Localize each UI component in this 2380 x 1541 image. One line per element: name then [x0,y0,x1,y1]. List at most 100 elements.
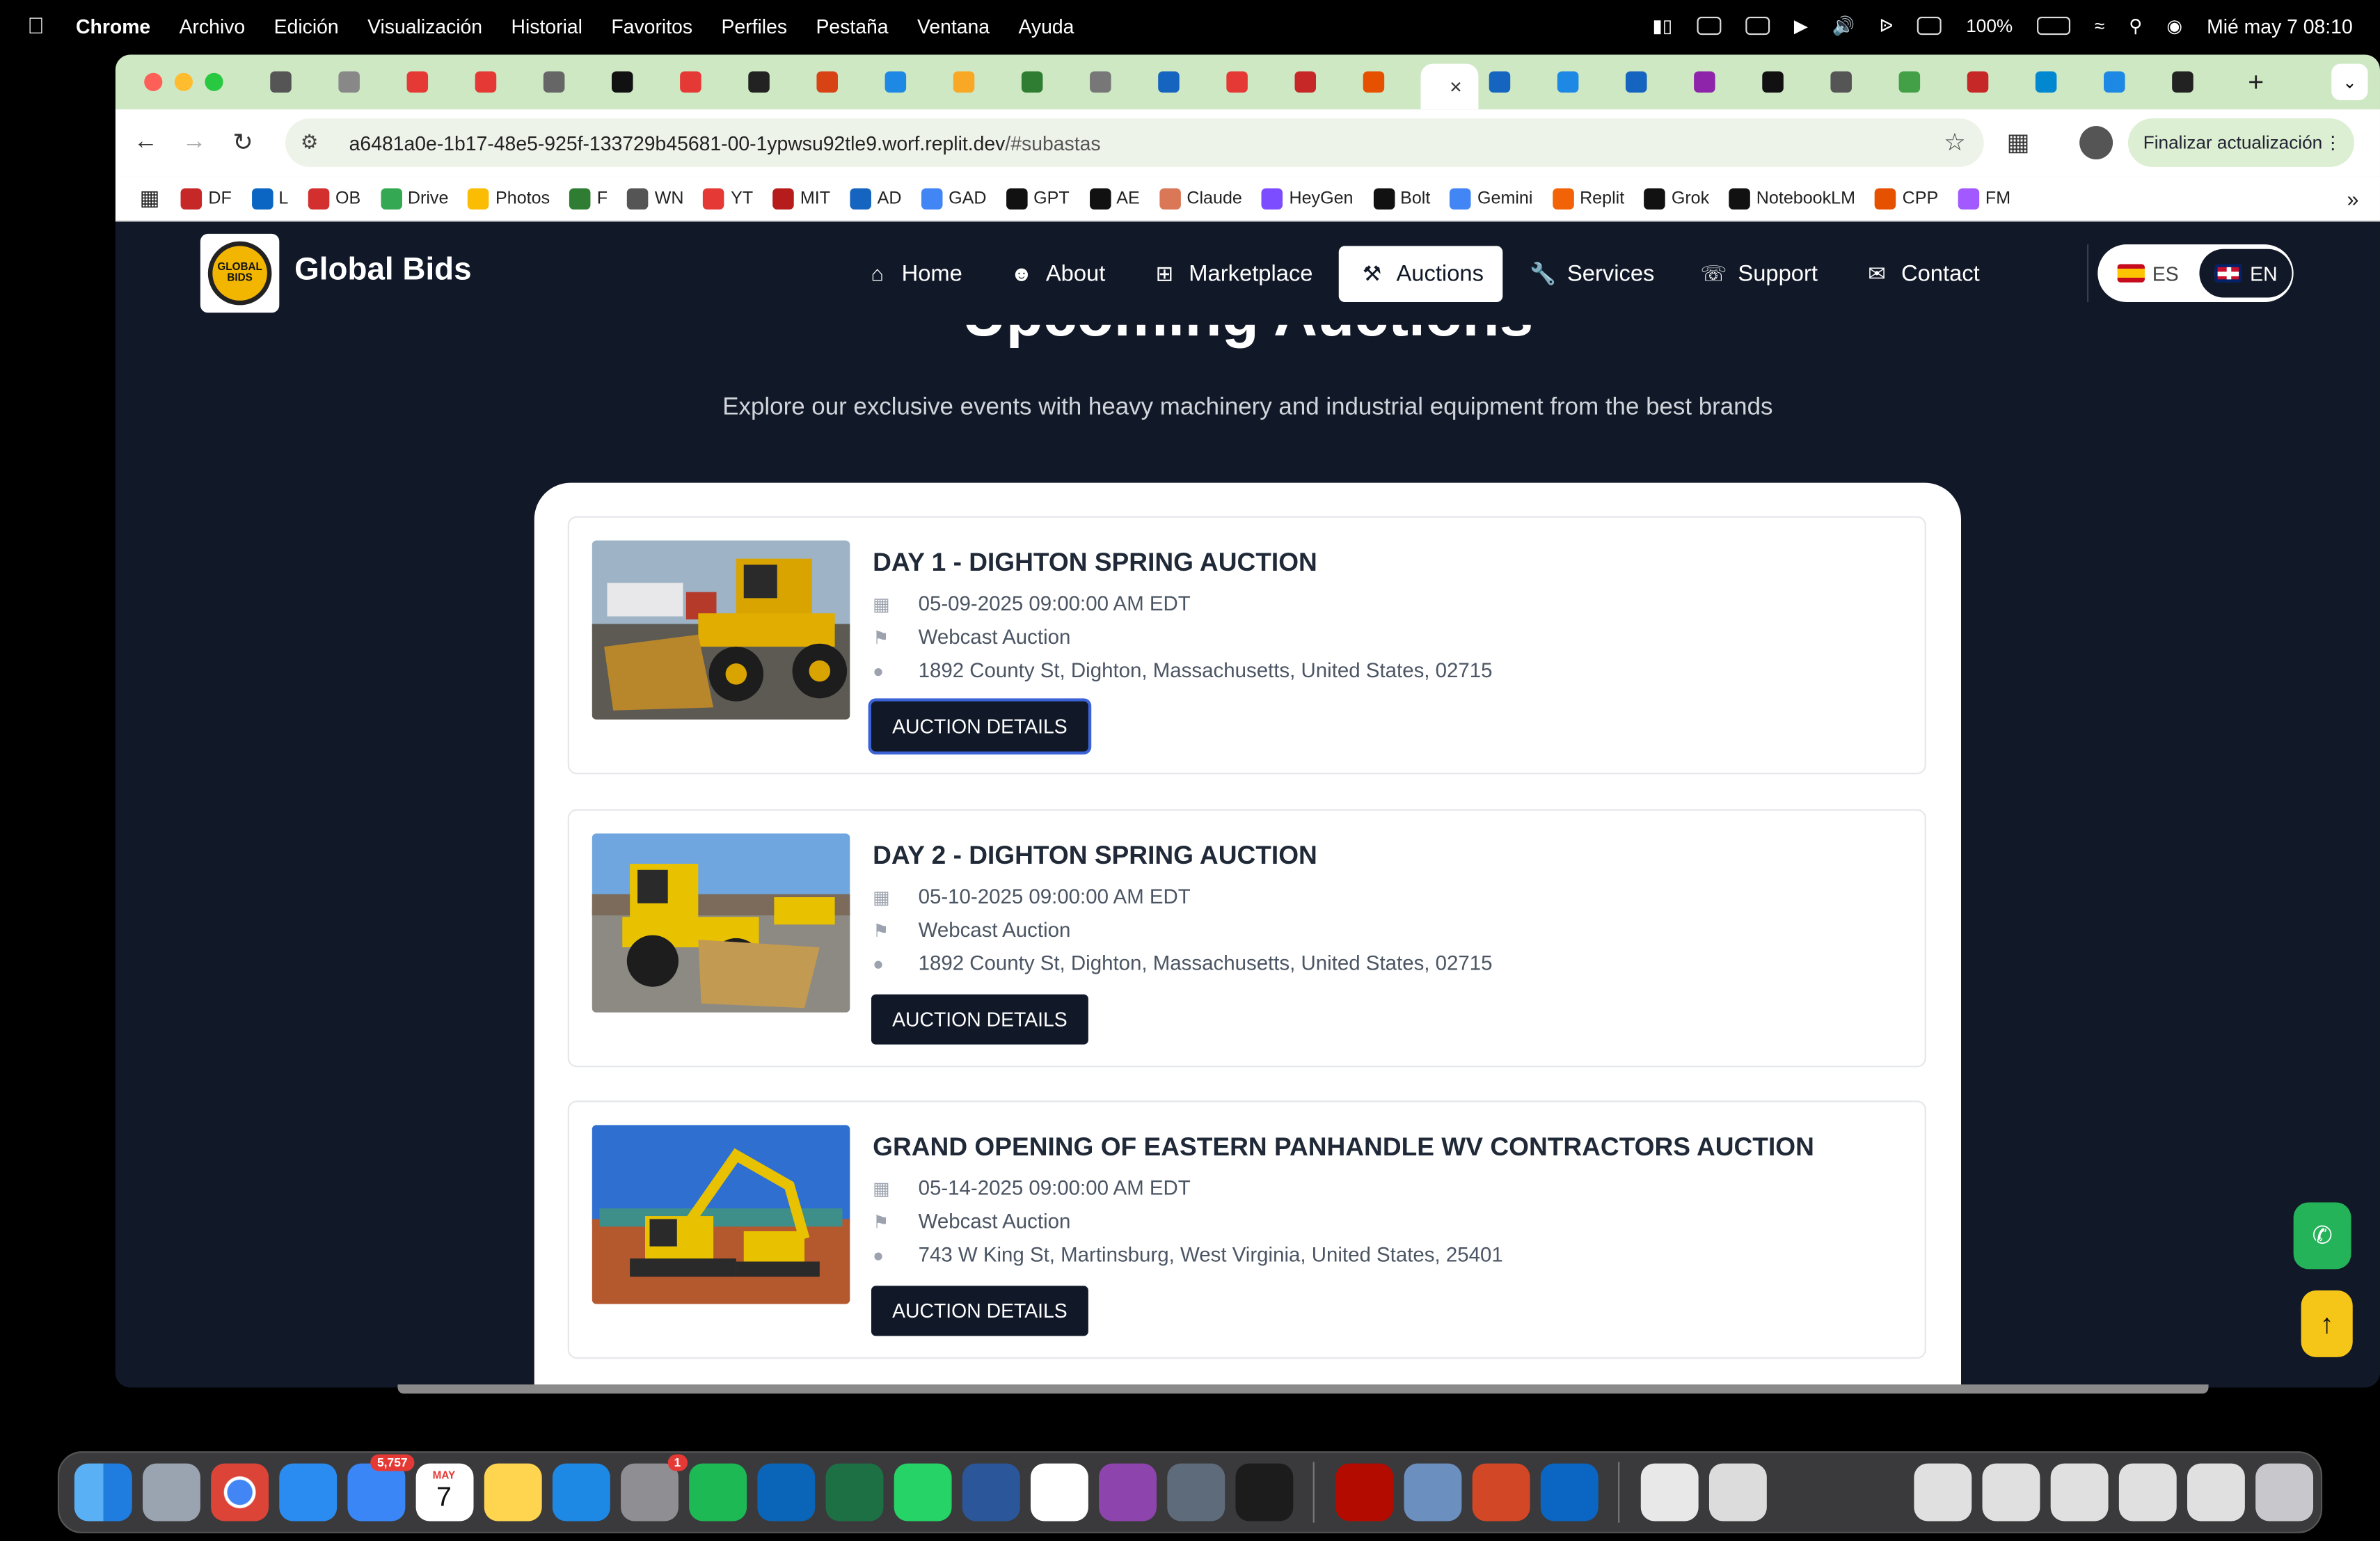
site-logo[interactable]: GLOBAL BIDS [200,233,280,313]
browser-tab[interactable] [1216,61,1284,103]
bookmark-notebooklm[interactable]: NotebookLM [1729,187,1855,209]
bookmark-ob[interactable]: OB [308,187,360,209]
url-text[interactable]: a6481a0e-1b17-48e5-925f-133729b45681-00-… [349,132,1101,155]
browser-tab[interactable] [1956,61,2024,103]
browser-tab[interactable] [1478,61,1546,103]
browser-tab[interactable] [396,61,464,103]
notes-icon[interactable] [483,1463,541,1522]
auction-details-button[interactable]: AUCTION DETAILS [871,701,1088,752]
system-settings-icon[interactable]: 1 [619,1454,687,1522]
browser-tab[interactable] [942,61,1010,103]
lang-en-button[interactable]: EN [2200,248,2293,298]
auction-image-excavators[interactable] [592,1125,850,1304]
browser-tab[interactable] [464,61,532,103]
browser-tab[interactable] [669,61,738,103]
browser-tab[interactable] [1615,61,1683,103]
control-center-icon[interactable]: ◉ [2166,15,2182,37]
auction-image-wheel-loader[interactable] [592,540,850,720]
drive-icon[interactable] [1745,16,1770,35]
bookmark-heygen[interactable]: HeyGen [1262,187,1354,209]
bookmark-drive[interactable]: Drive [380,187,448,209]
new-tab-button[interactable]: + [2248,66,2264,98]
browser-tab[interactable] [601,61,669,103]
lang-es-button[interactable]: ES [2102,249,2194,298]
trash-icon[interactable] [2255,1463,2312,1522]
vscode-icon[interactable] [1539,1463,1598,1522]
browser-tab[interactable] [1752,61,1820,103]
battery-icon[interactable] [2037,16,2071,35]
address-bar[interactable]: ⚙ a6481a0e-1b17-48e5-925f-133729b45681-0… [285,118,1984,167]
menu-ventana[interactable]: Ventana [917,15,990,38]
bluetooth-icon[interactable]: ᐉ [1879,15,1893,37]
word-icon[interactable] [961,1463,1020,1522]
powerpoint-icon[interactable] [1471,1463,1530,1522]
chrome-icon[interactable] [210,1463,268,1522]
window-thumbnail-icon[interactable] [1981,1463,2040,1522]
bookmark-mit[interactable]: MIT [772,187,830,209]
whatsapp-icon[interactable] [893,1463,951,1522]
menu-pestana[interactable]: Pestaña [816,15,888,38]
bookmark-df[interactable]: DF [181,187,232,209]
acrobat-icon[interactable] [1335,1463,1393,1522]
close-window-button[interactable] [144,72,163,91]
browser-tab[interactable] [1011,61,1079,103]
bookmark-bolt[interactable]: Bolt [1372,187,1430,209]
bookmark-ad[interactable]: AD [850,187,902,209]
nav-contact[interactable]: ✉ Contact [1843,245,1999,301]
browser-tab[interactable] [1352,61,1420,103]
replit-icon[interactable] [1235,1463,1293,1522]
keyboard-icon[interactable] [1917,16,1942,35]
forward-button[interactable]: → [170,118,219,167]
apple-icon[interactable]:  [27,13,58,39]
nav-marketplace[interactable]: ⊞ Marketplace [1131,245,1332,301]
browser-tab[interactable] [2025,61,2093,103]
more-menu-icon[interactable]: ⋮ [2324,132,2342,154]
bookmarks-overflow-icon[interactable]: » [2347,186,2358,210]
mail-icon[interactable]: 5,757 [347,1454,414,1522]
calendar-icon[interactable]: MAY 7 [415,1463,473,1522]
excel-icon[interactable] [825,1463,883,1522]
browser-tab[interactable] [1888,61,1956,103]
bookmark-gemini[interactable]: Gemini [1450,187,1532,209]
bookmark-l[interactable]: L [251,187,288,209]
outlook-icon[interactable] [756,1463,815,1522]
bookmark-wn[interactable]: WN [627,187,684,209]
finish-update-button[interactable]: Finalizar actualización ⋮ [2127,118,2354,167]
window-thumbnail-icon[interactable] [2186,1463,2244,1522]
browser-tab[interactable] [1284,61,1352,103]
menu-favoritos[interactable]: Favoritos [611,15,692,38]
menu-ayuda[interactable]: Ayuda [1018,15,1074,38]
menu-perfiles[interactable]: Perfiles [721,15,787,38]
auction-details-button[interactable]: AUCTION DETAILS [871,994,1088,1045]
bookmark-cpp[interactable]: CPP [1875,187,1938,209]
nav-services[interactable]: 🔧 Services [1509,245,1674,301]
browser-tab-active[interactable]: × [1420,63,1479,110]
reload-button[interactable]: ↻ [219,118,267,167]
bookmark-photos[interactable]: Photos [468,187,550,209]
volume-icon[interactable]: 🔊 [1832,15,1855,37]
browser-tab[interactable] [260,61,328,103]
menu-archivo[interactable]: Archivo [180,15,246,38]
browser-tab[interactable] [328,61,396,103]
extensions-icon[interactable]: ▦ [2006,127,2029,158]
menu-historial[interactable]: Historial [511,15,582,38]
bookmark-ae[interactable]: AE [1089,187,1140,209]
auction-details-button[interactable]: AUCTION DETAILS [871,1286,1088,1336]
site-info-icon[interactable]: ⚙ [301,131,328,155]
browser-tab[interactable] [2161,61,2230,103]
nav-about[interactable]: ☻ About [988,245,1125,301]
play-icon[interactable]: ▶ [1794,15,1808,37]
display-icon[interactable] [1697,16,1722,35]
browser-tab[interactable] [806,61,874,103]
clock[interactable]: Mié may 7 08:10 [2207,15,2353,38]
back-button[interactable]: ← [121,118,170,167]
keynote-icon[interactable] [551,1463,610,1522]
nav-support[interactable]: ☏ Support [1680,245,1837,301]
browser-tab[interactable] [874,61,942,103]
calendar-widget-icon[interactable] [1029,1463,1088,1522]
bookmark-replit[interactable]: Replit [1552,187,1624,209]
search-icon[interactable]: ⚲ [2129,15,2142,37]
profile-avatar[interactable] [2079,126,2113,160]
bookmark-claude[interactable]: Claude [1159,187,1242,209]
wifi-icon[interactable]: ≈ [2095,15,2104,37]
